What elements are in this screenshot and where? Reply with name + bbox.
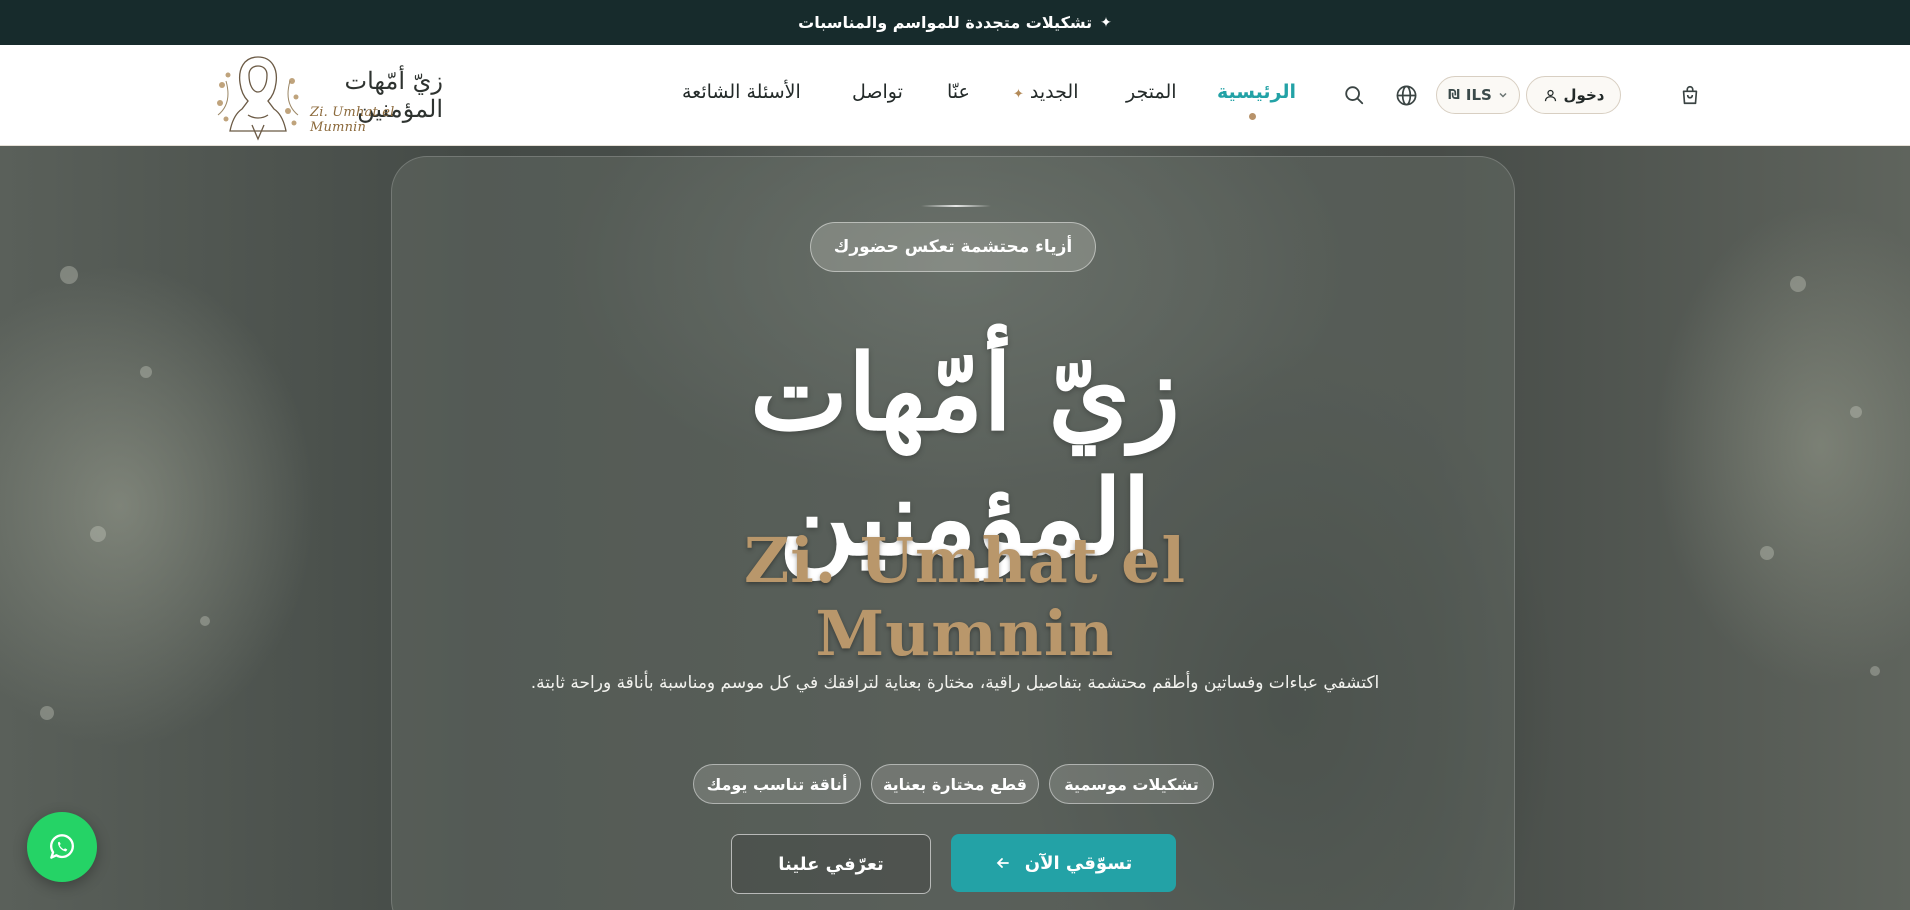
shop-now-label: تسوّقي الآن [1024, 852, 1133, 874]
sparkle-icon: ✦ [1013, 87, 1024, 102]
logo-woman-illustration [217, 56, 299, 141]
hero-tagline-badge: أزياء محتشمة تعكس حضورك [810, 222, 1096, 272]
login-button[interactable]: دخول [1526, 76, 1621, 114]
nav-item-about[interactable]: عنّا [947, 81, 970, 103]
feature-chip: تشكيلات موسمية [1049, 764, 1214, 804]
cart-button[interactable] [1676, 81, 1704, 109]
about-us-button[interactable]: تعرّفي علينا [731, 834, 931, 894]
user-icon [1544, 89, 1556, 101]
sparkle-icon: ✦ [1100, 14, 1112, 31]
language-button[interactable] [1392, 81, 1420, 109]
nav-item-new[interactable]: الجديد ✦ [1013, 81, 1078, 103]
currency-selector[interactable]: ₪ ILS [1436, 76, 1520, 114]
whatsapp-icon [49, 834, 75, 859]
hero-description: اكتشفي عباءات وفساتين وأطقم محتشمة بتفاص… [530, 673, 1380, 693]
nav-item-faq[interactable]: الأسئلة الشائعة [682, 81, 801, 103]
login-label: دخول [1563, 86, 1605, 104]
logo-english-text: Zi. Umhat el Mumnin [310, 105, 395, 135]
globe-icon [1396, 85, 1416, 105]
hero-title-english: Zi. Umhat el Mumnin [743, 524, 1187, 670]
search-button[interactable] [1340, 81, 1368, 109]
shopping-bag-icon [1682, 85, 1698, 105]
nav-item-new-label: الجديد [1029, 81, 1079, 103]
feature-chip: أناقة تناسب يومك [693, 764, 861, 804]
site-header: زيّ أمّهات المؤمنين Zi. Umhat el Mumnin … [0, 45, 1910, 146]
announcement-text: تشكيلات متجددة للمواسم والمناسبات [798, 13, 1093, 32]
announcement-bar: ✦ تشكيلات متجددة للمواسم والمناسبات [0, 0, 1910, 45]
arrow-left-icon [996, 858, 1009, 868]
active-indicator-dot [1249, 113, 1256, 120]
chevron-down-icon [1499, 92, 1507, 98]
nav-item-home[interactable]: الرئيسية [1217, 81, 1296, 103]
decorative-divider [921, 205, 991, 207]
nav-item-shop[interactable]: المتجر [1126, 81, 1177, 103]
search-icon [1345, 86, 1364, 105]
nav-item-contact[interactable]: تواصل [852, 81, 903, 103]
site-logo[interactable]: زيّ أمّهات المؤمنين Zi. Umhat el Mumnin [208, 45, 443, 146]
whatsapp-button[interactable] [27, 812, 97, 882]
currency-code: ILS [1465, 86, 1492, 104]
currency-symbol: ₪ [1448, 87, 1460, 103]
hero-section: أزياء محتشمة تعكس حضورك زيّ أمّهات المؤم… [0, 146, 1910, 910]
shop-now-button[interactable]: تسوّقي الآن [951, 834, 1176, 892]
feature-chip: قطع مختارة بعناية [871, 764, 1039, 804]
